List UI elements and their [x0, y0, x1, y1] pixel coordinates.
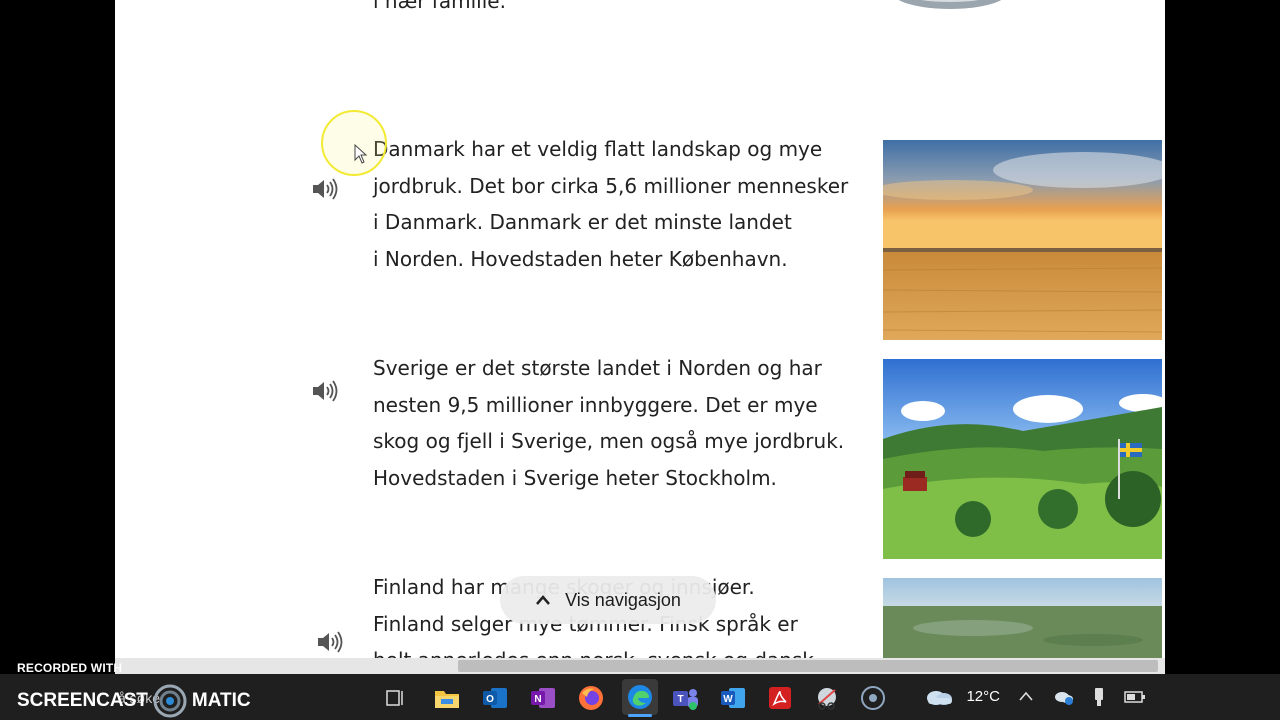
svg-text:N: N: [534, 694, 541, 705]
paragraph-line: i nær familie.: [373, 0, 506, 13]
recorded-with-label: RECORDED WITH: [17, 661, 123, 675]
word-icon[interactable]: W: [718, 683, 748, 713]
usb-icon[interactable]: [1092, 687, 1106, 712]
previous-paragraph-fragment: i nær familie.: [373, 0, 853, 20]
play-audio-denmark-button[interactable]: [310, 174, 340, 204]
show-navigation-button[interactable]: Vis navigasjon: [500, 576, 716, 624]
speaker-icon: [313, 380, 338, 402]
scrollbar-thumb[interactable]: [458, 660, 1158, 672]
weather-temperature: 12°C: [966, 687, 1000, 705]
outlook-icon[interactable]: O: [480, 683, 510, 713]
paragraph-line: helt annerledes enn norsk, svensk og dan…: [373, 642, 853, 658]
firefox-icon[interactable]: [576, 683, 606, 713]
show-hidden-icons-button[interactable]: [1018, 689, 1034, 707]
chevron-up-icon: [1019, 691, 1033, 701]
task-view-icon[interactable]: [380, 683, 410, 713]
snipping-tool-icon[interactable]: [812, 683, 842, 713]
cloud-icon: [927, 691, 952, 705]
screencast-o-matic-logo-icon: [153, 684, 187, 718]
paragraph-line: skog og fjell i Sverige, men også mye jo…: [373, 429, 845, 453]
onedrive-icon[interactable]: [1052, 688, 1074, 711]
acrobat-icon[interactable]: [765, 683, 795, 713]
paragraph-line: Hovedstaden i Sverige heter Stockholm.: [373, 465, 777, 490]
sweden-countryside-image: [883, 359, 1162, 559]
screencast-o-matic-logo: SCREENCAST MATIC: [17, 683, 251, 719]
finland-forest-image: [883, 578, 1162, 658]
watermark-brand-right: MATIC: [191, 690, 251, 711]
svg-text:O: O: [486, 694, 494, 705]
paragraph-line: i Norden. Hovedstaden heter København.: [373, 246, 788, 271]
paragraph-line: i Danmark. Danmark er det minste landet: [373, 210, 792, 234]
svg-text:W: W: [723, 694, 733, 705]
battery-icon[interactable]: [1124, 690, 1146, 709]
watermark-brand-left: SCREENCAST: [17, 690, 148, 711]
show-navigation-label: Vis navigasjon: [565, 589, 681, 610]
paragraph-denmark: Danmark har et veldig flatt landskap og …: [373, 131, 853, 277]
paragraph-sweden: Sverige er det største landet i Norden o…: [373, 350, 853, 496]
document-page: i nær familie. Danmark har et veldig fla…: [115, 0, 1165, 658]
chevron-up-icon: [536, 595, 551, 605]
play-audio-finland-button[interactable]: [315, 627, 345, 657]
teams-icon[interactable]: T: [670, 683, 700, 713]
paragraph-line: Danmark har et veldig flatt landskap og …: [373, 137, 823, 161]
paragraph-line: jordbruk. Det bor cirka 5,6 millioner me…: [373, 173, 849, 198]
active-app-indicator: [628, 714, 652, 717]
globe-image-fragment: [898, 0, 1002, 9]
svg-text:T: T: [677, 694, 683, 705]
weather-widget[interactable]: 12°C: [924, 686, 1000, 706]
onenote-icon[interactable]: N: [528, 683, 558, 713]
speaker-icon: [318, 631, 343, 653]
paragraph-line: Sverige er det største landet i Norden o…: [373, 356, 822, 380]
edge-icon[interactable]: [622, 679, 658, 715]
play-audio-sweden-button[interactable]: [310, 376, 340, 406]
file-explorer-icon[interactable]: [432, 683, 462, 713]
denmark-wheat-field-image: [883, 140, 1162, 340]
recorder-icon[interactable]: [858, 683, 888, 713]
paragraph-line: nesten 9,5 millioner innbyggere. Det er …: [373, 392, 818, 417]
speaker-icon: [313, 178, 338, 200]
